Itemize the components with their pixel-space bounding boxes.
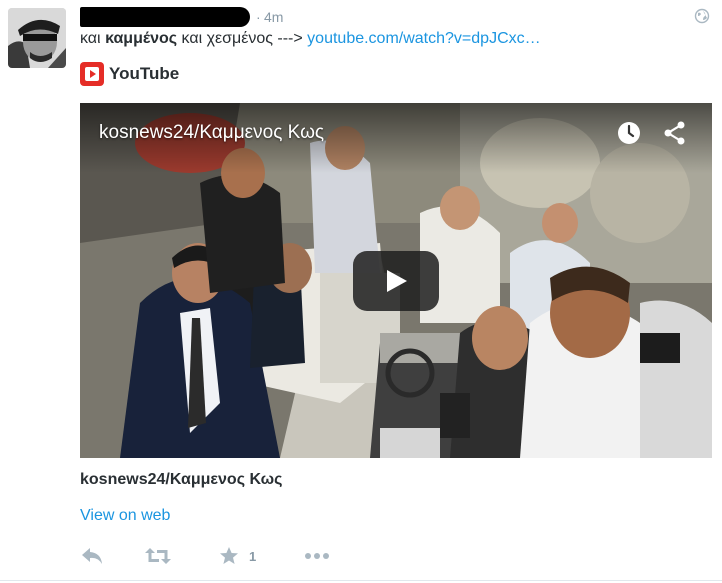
reply-icon xyxy=(82,548,102,564)
more-icon xyxy=(305,553,329,559)
retweet-button[interactable] xyxy=(145,544,171,568)
retweet-icon xyxy=(145,548,171,564)
youtube-logo-icon xyxy=(80,62,104,86)
tweet: · 4m και καμμένος και χεσμένος ---> yout… xyxy=(0,0,722,583)
tweet-actions: 1 xyxy=(80,544,380,568)
tweet-text: και καμμένος και χεσμένος ---> youtube.c… xyxy=(80,29,541,49)
tweet-text-bold: καμμένος xyxy=(105,30,178,47)
clock-icon[interactable] xyxy=(616,120,642,146)
video-title[interactable]: kosnews24/Καμμενος Κως xyxy=(99,122,324,144)
video-player[interactable]: kosnews24/Καμμενος Κως xyxy=(80,103,712,458)
globe-icon xyxy=(694,8,710,24)
card-source-name: YouTube xyxy=(109,64,180,83)
timestamp[interactable]: 4m xyxy=(264,9,283,25)
share-icon[interactable] xyxy=(662,120,688,146)
favorite-button[interactable]: 1 xyxy=(219,544,256,568)
more-button[interactable] xyxy=(304,544,330,568)
tweet-header: · 4m xyxy=(80,6,710,28)
tweet-text-part-1: και xyxy=(80,30,106,47)
avatar[interactable] xyxy=(8,8,66,68)
reply-button[interactable] xyxy=(80,544,104,568)
redacted-username[interactable] xyxy=(80,7,250,27)
divider xyxy=(0,580,722,581)
play-icon xyxy=(387,270,407,292)
star-icon xyxy=(220,547,238,564)
view-on-web-link[interactable]: View on web xyxy=(80,507,170,525)
time-separator: · xyxy=(256,9,261,25)
play-button[interactable] xyxy=(353,251,439,311)
card-title[interactable]: kosnews24/Καμμενος Κως xyxy=(80,471,282,489)
tweet-text-part-2: και χεσμένος ---> xyxy=(177,30,308,47)
tweet-link[interactable]: youtube.com/watch?v=dpJCxc… xyxy=(307,30,540,47)
favorite-count: 1 xyxy=(249,548,257,564)
card-source[interactable]: YouTube xyxy=(80,62,179,86)
